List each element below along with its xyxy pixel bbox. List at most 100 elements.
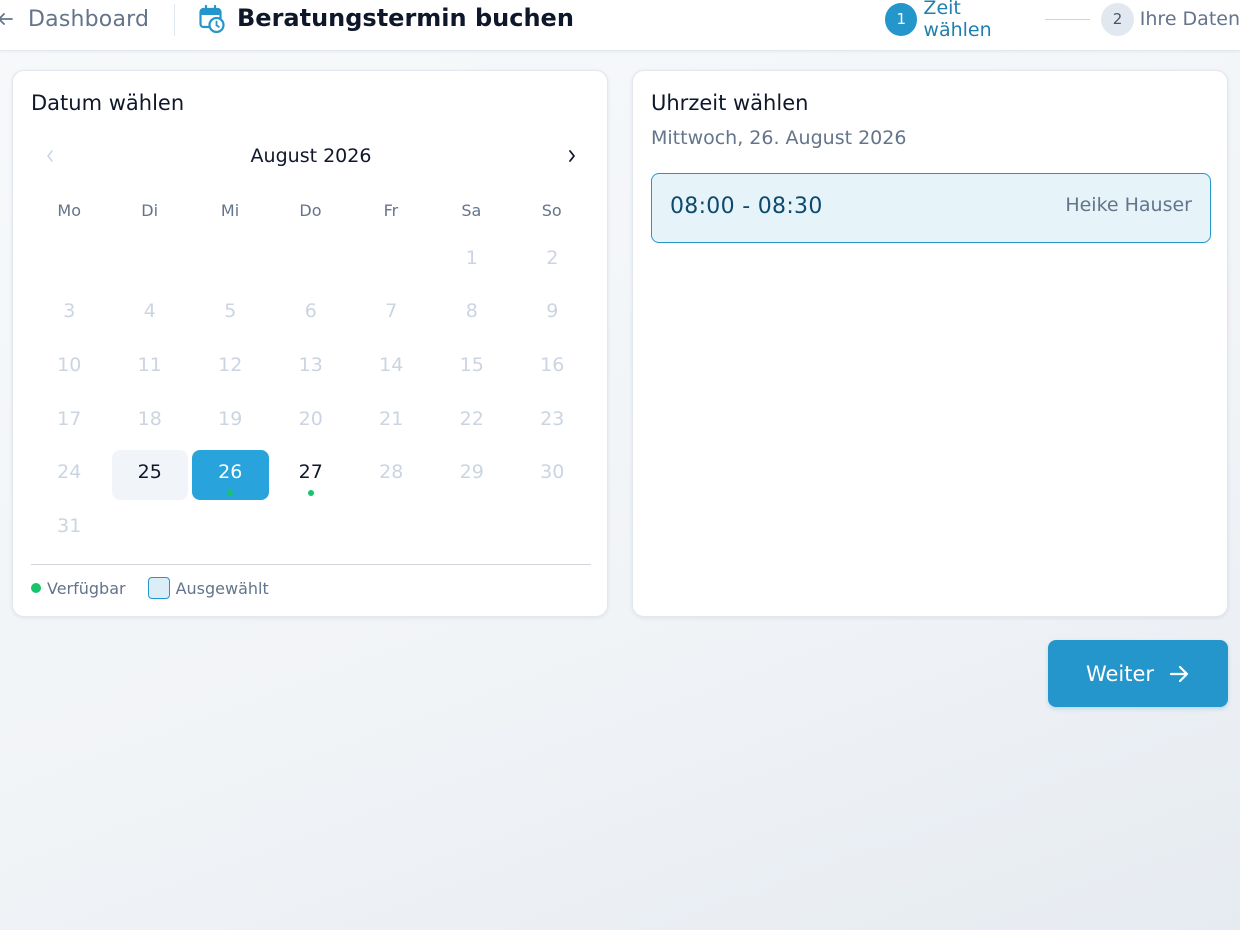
calendar-day-number: 19	[218, 407, 243, 430]
calendar-day-number: 2	[546, 246, 559, 269]
calendar-day: 11	[110, 341, 191, 395]
calendar-day-number: 22	[459, 407, 484, 430]
calendar-day-number: 13	[298, 353, 323, 376]
weekday-label: Fr	[383, 201, 399, 220]
calendar-empty-cell	[271, 234, 352, 288]
calendar-day: 12	[190, 341, 271, 395]
calendar-day: 15	[432, 341, 513, 395]
calendar-day: 28	[351, 448, 432, 502]
calendar-day-number: 30	[540, 461, 565, 484]
legend-divider	[31, 564, 591, 565]
step-2-label: Ihre Daten	[1139, 8, 1240, 30]
calendar-day: 19	[190, 395, 271, 449]
calendar-empty-cell	[29, 234, 110, 288]
availability-dot-icon	[307, 489, 314, 496]
calendar-day-number: 14	[379, 353, 404, 376]
calendar-clock-icon	[199, 5, 225, 33]
calendar-day: 5	[190, 288, 271, 342]
calendar-day-number: 3	[63, 300, 76, 323]
calendar-day-number: 23	[540, 407, 565, 430]
calendar-day: 3	[29, 288, 110, 342]
booking-stepper: 1 Zeit wählen 2 Ihre Daten	[885, 0, 1240, 41]
time-slot-option[interactable]: 08:00 - 08:30 Heike Hauser	[651, 173, 1211, 243]
calendar-day-number: 18	[137, 407, 162, 430]
calendar-day-number: 5	[224, 300, 237, 323]
calendar-day: 23	[512, 395, 593, 449]
calendar-day-number: 11	[137, 353, 162, 376]
arrow-left-icon	[0, 13, 13, 25]
calendar-day: 7	[351, 288, 432, 342]
calendar-day-number: 10	[57, 353, 82, 376]
calendar-day: 21	[351, 395, 432, 449]
calendar-day-selected[interactable]: 26	[190, 448, 271, 502]
calendar-empty-cell	[351, 234, 432, 288]
calendar-day-number: 1	[465, 246, 478, 269]
calendar-day-number: 17	[57, 407, 82, 430]
calendar-day[interactable]: 27	[271, 448, 352, 502]
calendar-day-number: 21	[379, 407, 404, 430]
back-label: Dashboard	[28, 6, 150, 32]
weekday-label: Mo	[57, 201, 81, 220]
step-1-label: Zeit wählen	[923, 0, 992, 41]
arrow-right-icon	[1169, 665, 1189, 682]
next-button-label: Weiter	[1085, 661, 1155, 686]
calendar-day: 8	[432, 288, 513, 342]
legend-selected-label: Ausgewählt	[175, 578, 269, 598]
back-to-dashboard-link[interactable]: Dashboard	[0, 4, 149, 34]
calendar-day: 4	[110, 288, 191, 342]
calendar-day-number: 15	[459, 353, 484, 376]
calendar-day-grid: 1 2 3 4 5 6 7 8 9 10 11 12 13 14 15 16 17 18 19 20 21 22 23 24 2…	[29, 234, 592, 556]
time-slot-time: 08:00 - 08:30	[670, 194, 823, 219]
weekday-label: So	[541, 201, 562, 220]
calendar-empty-cell	[110, 234, 191, 288]
date-picker-card: Datum wählen August 2026 Mo Di Mi Do Fr …	[12, 70, 608, 617]
calendar-day-number: 20	[298, 407, 323, 430]
next-month-button[interactable]	[559, 143, 585, 169]
calendar-day-number: 25	[137, 461, 162, 484]
selected-date-label: Mittwoch, 26. August 2026	[651, 127, 907, 149]
calendar-day: 31	[29, 502, 110, 556]
weekday-label: Do	[299, 201, 322, 220]
calendar-day: 14	[351, 341, 432, 395]
next-button[interactable]: Weiter	[1048, 640, 1228, 707]
chevron-right-icon	[569, 150, 575, 162]
selected-swatch-icon	[147, 577, 170, 599]
month-label: August 2026	[250, 145, 372, 167]
time-slot-advisor: Heike Hauser	[1065, 194, 1192, 216]
calendar-day: 18	[110, 395, 191, 449]
calendar-day-number: 28	[379, 461, 404, 484]
header-divider	[174, 4, 175, 36]
step-connector	[1045, 18, 1091, 20]
calendar-day: 9	[512, 288, 593, 342]
calendar-day: 16	[512, 341, 593, 395]
page-title: Beratungstermin buchen	[237, 4, 574, 32]
time-card-title: Uhrzeit wählen	[651, 91, 809, 115]
calendar-day-number: 6	[304, 300, 317, 323]
calendar-day: 29	[432, 448, 513, 502]
available-dot-icon	[31, 583, 41, 593]
weekday-label: Di	[141, 201, 159, 220]
calendar-day-number: 26	[218, 461, 243, 484]
calendar-day-number: 27	[298, 461, 323, 484]
date-card-title: Datum wählen	[31, 91, 185, 115]
calendar-day: 6	[271, 288, 352, 342]
calendar-day-number: 8	[465, 300, 478, 323]
calendar-day: 2	[512, 234, 593, 288]
calendar-day-number: 16	[540, 353, 565, 376]
calendar-day: 17	[29, 395, 110, 449]
legend-available-label: Verfügbar	[47, 578, 126, 598]
calendar-day: 20	[271, 395, 352, 449]
calendar-day: 1	[432, 234, 513, 288]
calendar-day-number: 9	[546, 300, 559, 323]
top-bar: Dashboard Beratungstermin buchen 1 Zeit …	[0, 0, 1240, 51]
calendar-day: 13	[271, 341, 352, 395]
calendar-day: 30	[512, 448, 593, 502]
calendar-empty-cell	[190, 234, 271, 288]
calendar-day-number: 31	[57, 514, 82, 537]
calendar-legend: Verfügbar Ausgewählt	[31, 577, 269, 599]
weekday-label: Sa	[461, 201, 482, 220]
calendar-day: 24	[29, 448, 110, 502]
calendar-day: 10	[29, 341, 110, 395]
calendar-day-number: 12	[218, 353, 243, 376]
calendar-day[interactable]: 25	[110, 448, 191, 502]
